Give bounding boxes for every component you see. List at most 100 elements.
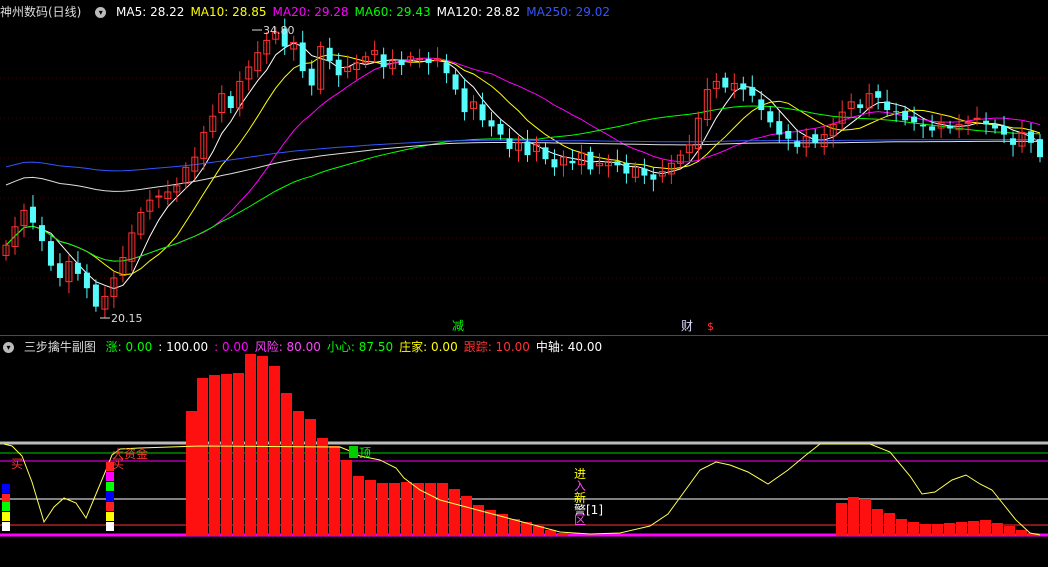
event-marker: $ [707,320,714,333]
volume-bar [269,366,280,536]
candle-body [722,77,729,88]
signal-block [106,512,114,521]
signal-block [106,492,114,501]
candle-body [83,272,90,289]
candle-body [776,121,783,135]
volume-bar [944,523,955,536]
candle-body [479,104,486,121]
signal-block [2,502,10,511]
candle-body [857,104,864,109]
signal-block [106,482,114,491]
candlestick-chart[interactable]: 34.8020.15减财 $买大资金买顶进入新警[1]区 [0,0,1048,567]
sub-chart [0,354,1048,537]
candle-body [920,124,927,127]
volume-bar [860,499,871,536]
volume-bar [557,533,568,536]
volume-bar [968,521,979,536]
candle-body [92,284,99,307]
candle-body [650,174,657,180]
volume-bar [884,513,895,536]
candle-body [964,121,972,124]
volume-bar [872,509,883,536]
ma250-line [5,139,1041,172]
candle-body [794,141,801,147]
volume-bar [209,375,220,536]
candle-body [425,58,432,63]
candle-body [56,263,63,278]
event-marker: 减 [452,319,464,333]
candle-body [398,59,405,66]
volume-bar [509,519,520,536]
volume-bar [186,411,197,536]
candle-body [902,110,909,121]
candle-body [416,58,424,61]
volume-bar [992,523,1003,536]
signal-block [2,512,10,521]
candle-body [1028,131,1035,143]
candle-body [38,225,45,242]
volume-bar [401,482,412,536]
candle-body [227,96,234,109]
volume-bar [305,419,316,536]
signal-block [2,484,10,493]
candle-body [884,101,891,111]
candle-body [812,134,819,143]
volume-bar [341,460,352,536]
candle-body [1037,139,1043,158]
buy-label: 买 [11,457,23,471]
candle-body [614,161,621,166]
candle-body [299,42,306,72]
signal-block [106,522,114,531]
candle-body [623,162,630,174]
volume-bar [920,524,931,536]
candle-body [524,141,531,156]
volume-bar [836,503,847,536]
candle-body [74,262,81,274]
volume-bar [365,480,376,536]
volume-bar [353,476,364,536]
signal-block [2,494,10,503]
volume-bar [908,522,919,536]
top-label: 顶 [359,446,371,460]
candle-body [155,195,163,198]
candle-body [335,59,342,76]
event-marker: 财 [681,319,693,333]
signal-block [106,472,114,481]
candle-body [767,111,774,123]
candle-body [47,241,54,266]
candle-body [749,87,756,96]
volume-bar [1004,526,1015,536]
candle-body [308,68,315,86]
buy-label: 买 [112,457,124,471]
candle-body [380,54,387,68]
volume-bar [377,483,388,536]
volume-bar [317,438,328,536]
candle-body [461,88,468,113]
candle-body [929,126,936,131]
candle-body [452,74,459,90]
candle-body [641,168,648,176]
volume-bar [281,393,292,536]
volume-bar [197,378,208,536]
volume-bar [848,497,859,536]
volume-bar [980,520,991,536]
candle-body [443,62,450,74]
candle-body [1001,126,1008,135]
candle-body [893,111,900,113]
volume-bar [461,496,472,536]
signal-zone-label: 区 [574,513,586,527]
candle-body [911,116,918,123]
high-price-label: 34.80 [263,24,295,37]
candle-body [326,47,333,61]
volume-bar [932,524,943,536]
volume-bar [437,483,448,536]
candle-body [758,99,765,111]
chart-labels: 34.8020.15减财 $买大资金买顶进入新警[1]区 [11,24,714,527]
volume-bar [389,483,400,536]
candle-body [973,117,981,120]
volume-bar [956,522,967,536]
candle-body [1010,138,1017,145]
volume-bar [293,411,304,536]
candle-body [740,83,747,90]
candle-body [569,160,576,164]
